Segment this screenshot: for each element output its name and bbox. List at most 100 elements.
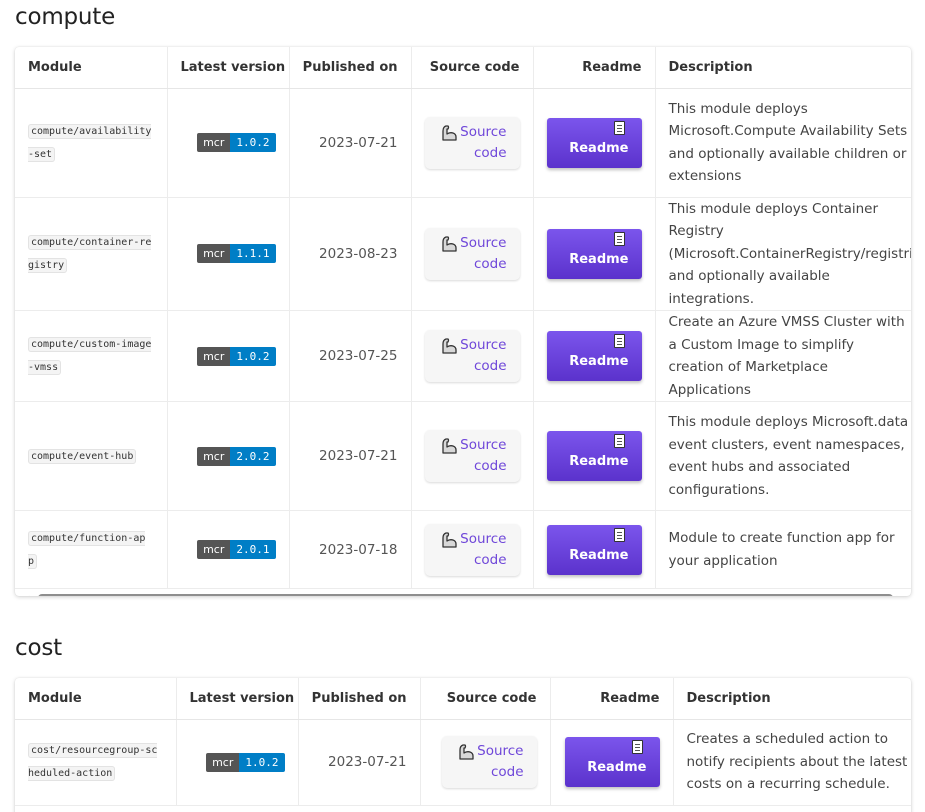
document-icon bbox=[613, 334, 625, 348]
published-cell: 2023-07-21 bbox=[297, 719, 420, 806]
col-header-description: Description bbox=[654, 47, 911, 89]
readme-cell: Readme bbox=[532, 88, 655, 198]
published-cell: 2023-07-21 bbox=[288, 401, 411, 511]
table-header-row: Module Latest version Published on Sourc… bbox=[15, 678, 911, 720]
table-row: compute/container-registry mcr 1.1.1 2023-0… bbox=[15, 197, 911, 311]
document-icon bbox=[631, 740, 643, 754]
document-icon bbox=[613, 527, 625, 542]
version-cell: mcr 1.0.2 bbox=[175, 719, 298, 806]
version-cell: mcr 2.0.2 bbox=[166, 401, 289, 511]
col-header-readme: Readme bbox=[532, 47, 655, 89]
version-badge[interactable]: mcr 1.1.1 bbox=[197, 244, 276, 264]
arm-flex-icon bbox=[458, 743, 474, 760]
source-cell: Source code bbox=[419, 719, 550, 806]
document-icon bbox=[613, 120, 625, 135]
published-cell: 2023-07-21 bbox=[288, 88, 411, 198]
module-cell: compute/function-app bbox=[15, 510, 167, 589]
col-header-source-code: Source code bbox=[419, 678, 550, 720]
readme-button[interactable]: Readme bbox=[546, 228, 642, 279]
readme-label: Readme bbox=[587, 760, 647, 775]
module-cell: compute/custom-image-vmss bbox=[15, 310, 167, 402]
scroll-right-arrow-icon[interactable]: ▶ bbox=[897, 594, 903, 596]
badge-version-value: 2.0.1 bbox=[230, 540, 276, 559]
version-badge[interactable]: mcr 1.0.2 bbox=[197, 346, 276, 366]
table-row: compute/availability-set mcr 1.0.2 2023-07-… bbox=[15, 88, 911, 198]
badge-registry-label: mcr bbox=[197, 446, 231, 466]
source-cell: Source code bbox=[410, 310, 533, 402]
badge-version-value: 2.0.2 bbox=[230, 446, 276, 466]
published-date: 2023-07-18 bbox=[319, 541, 398, 558]
description-cell: This module deploys Microsoft.Compute Av… bbox=[654, 88, 911, 198]
scrollbar-thumb[interactable] bbox=[38, 594, 893, 596]
horizontal-scrollbar[interactable]: ◀ ▶ bbox=[15, 589, 911, 596]
source-cell: Source code bbox=[410, 88, 533, 198]
badge-version-value: 1.1.1 bbox=[230, 244, 276, 264]
col-header-module: Module bbox=[15, 47, 167, 89]
document-icon bbox=[613, 434, 625, 448]
badge-version-value: 1.0.2 bbox=[230, 133, 276, 152]
source-code-button[interactable]: Source code bbox=[441, 736, 537, 788]
arm-flex-icon bbox=[441, 235, 457, 252]
readme-button[interactable]: Readme bbox=[546, 331, 642, 381]
source-code-button[interactable]: Source code bbox=[424, 430, 520, 482]
source-code-button[interactable]: Source code bbox=[424, 523, 520, 576]
col-header-source-code: Source code bbox=[410, 47, 533, 89]
module-name: cost/resourcegroup-scheduled-action bbox=[28, 743, 158, 781]
readme-cell: Readme bbox=[532, 310, 655, 402]
document-icon bbox=[613, 231, 625, 246]
published-cell: 2023-08-23 bbox=[288, 197, 411, 311]
scroll-left-arrow-icon[interactable]: ◀ bbox=[23, 594, 29, 596]
version-badge[interactable]: mcr 2.0.1 bbox=[197, 540, 276, 559]
arm-flex-icon bbox=[441, 337, 457, 354]
version-cell: mcr 1.0.2 bbox=[166, 88, 289, 198]
source-code-label: Source code bbox=[460, 337, 507, 374]
arm-flex-icon bbox=[441, 124, 457, 141]
source-code-label: Source code bbox=[460, 234, 507, 272]
module-name: compute/availability-set bbox=[28, 123, 152, 162]
module-name: compute/container-registry bbox=[28, 234, 152, 273]
description-cell: Creates a scheduled action to notify rec… bbox=[672, 719, 911, 806]
published-date: 2023-07-25 bbox=[319, 348, 398, 364]
description-cell: Module to create function app for your a… bbox=[654, 510, 911, 589]
version-badge[interactable]: mcr 1.0.2 bbox=[197, 133, 276, 152]
arm-flex-icon bbox=[441, 437, 457, 454]
col-header-module: Module bbox=[15, 678, 176, 720]
badge-registry-label: mcr bbox=[197, 133, 231, 152]
version-badge[interactable]: mcr 2.0.2 bbox=[197, 446, 276, 466]
version-cell: mcr 2.0.1 bbox=[166, 510, 289, 589]
readme-button[interactable]: Readme bbox=[546, 431, 642, 481]
readme-label: Readme bbox=[569, 251, 629, 267]
published-date: 2023-08-23 bbox=[319, 245, 398, 262]
badge-registry-label: mcr bbox=[197, 346, 231, 366]
module-cell: compute/availability-set bbox=[15, 88, 167, 198]
module-cell: compute/container-registry bbox=[15, 197, 167, 311]
version-badge[interactable]: mcr 1.0.2 bbox=[206, 752, 285, 772]
module-name: compute/custom-image-vmss bbox=[28, 337, 152, 375]
readme-button[interactable]: Readme bbox=[546, 524, 642, 575]
source-code-button[interactable]: Source code bbox=[424, 227, 520, 280]
readme-button[interactable]: Readme bbox=[564, 737, 660, 787]
source-code-label: Source code bbox=[477, 743, 524, 780]
compute-modules-table: Module Latest version Published on Sourc… bbox=[15, 47, 911, 589]
readme-label: Readme bbox=[569, 454, 629, 469]
col-header-readme: Readme bbox=[549, 678, 673, 720]
section-title-compute: compute bbox=[15, 4, 116, 30]
description-cell: This module deploys Microsoft.data event… bbox=[654, 401, 911, 511]
source-code-button[interactable]: Source code bbox=[424, 116, 520, 169]
col-header-published-on: Published on bbox=[297, 678, 420, 720]
source-cell: Source code bbox=[410, 197, 533, 311]
readme-label: Readme bbox=[569, 140, 629, 156]
readme-cell: Readme bbox=[532, 401, 655, 511]
col-header-description: Description bbox=[672, 678, 911, 720]
readme-button[interactable]: Readme bbox=[546, 117, 642, 168]
arm-flex-icon bbox=[441, 531, 457, 548]
description-cell: Create an Azure VMSS Cluster with a Cust… bbox=[654, 310, 911, 402]
version-cell: mcr 1.0.2 bbox=[166, 310, 289, 402]
source-code-button[interactable]: Source code bbox=[424, 330, 520, 382]
source-code-label: Source code bbox=[460, 530, 507, 568]
description-cell: This module deploys Container Registry (… bbox=[654, 197, 911, 311]
badge-registry-label: mcr bbox=[197, 540, 231, 559]
module-name: compute/function-app bbox=[28, 530, 146, 569]
module-cell: compute/event-hub bbox=[15, 401, 167, 511]
col-header-published-on: Published on bbox=[288, 47, 411, 89]
